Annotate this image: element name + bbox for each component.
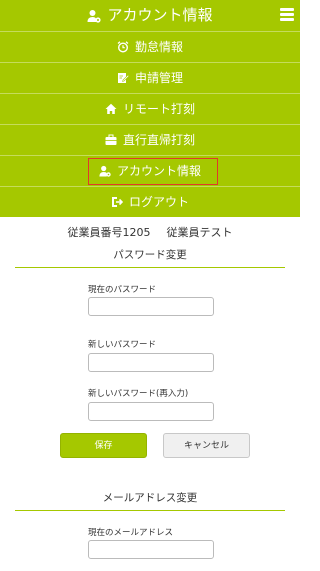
home-icon xyxy=(105,96,117,114)
edit-document-icon xyxy=(117,65,130,83)
confirm-password-label: 新しいパスワード(再入力) xyxy=(88,389,189,399)
briefcase-icon xyxy=(105,127,117,145)
confirm-password-input[interactable] xyxy=(88,402,214,421)
menu-item-label: ログアウト xyxy=(128,195,189,209)
employee-info: 従業員番号1205 従業員テスト xyxy=(0,224,300,240)
menu-item-account-info[interactable]: アカウント情報 xyxy=(0,155,300,186)
menu-item-logout[interactable]: ログアウト xyxy=(0,186,300,217)
current-password-label: 現在のパスワード xyxy=(88,285,157,295)
menu-item-label: 直行直帰打刻 xyxy=(122,133,195,147)
alarm-clock-icon xyxy=(117,34,129,53)
employee-number: 従業員番号1205 xyxy=(67,226,151,239)
employee-name: 従業員テスト xyxy=(166,226,233,239)
menu-item-label: 申請管理 xyxy=(134,71,183,85)
menu-item-attendance[interactable]: 勤怠情報 xyxy=(0,31,300,62)
new-password-input[interactable] xyxy=(88,353,214,372)
menu-item-requests[interactable]: 申請管理 xyxy=(0,62,300,93)
active-menu-highlight xyxy=(88,158,218,185)
hamburger-menu-icon[interactable] xyxy=(280,8,294,22)
email-section-title: メールアドレス変更 xyxy=(15,490,285,511)
app-header: アカウント情報 xyxy=(0,0,300,31)
cancel-button[interactable]: キャンセル xyxy=(163,433,250,458)
logout-icon xyxy=(111,189,124,207)
current-email-label: 現在のメールアドレス xyxy=(88,528,174,538)
menu-item-label: リモート打刻 xyxy=(122,102,195,116)
password-section-title: パスワード変更 xyxy=(15,247,285,268)
current-password-input[interactable] xyxy=(88,297,214,316)
menu-item-remote-punch[interactable]: リモート打刻 xyxy=(0,93,300,124)
header-title: アカウント情報 xyxy=(0,5,300,28)
current-email-input[interactable] xyxy=(88,540,214,559)
user-gear-icon xyxy=(87,8,102,28)
new-password-label: 新しいパスワード xyxy=(88,340,157,350)
header-title-text: アカウント情報 xyxy=(107,6,213,24)
menu-item-direct-punch[interactable]: 直行直帰打刻 xyxy=(0,124,300,155)
save-button[interactable]: 保存 xyxy=(60,433,147,458)
side-menu: 勤怠情報 申請管理 リモート打刻 直行直帰打刻 アカウント情報 ログアウト xyxy=(0,31,300,217)
menu-item-label: 勤怠情報 xyxy=(134,40,183,54)
